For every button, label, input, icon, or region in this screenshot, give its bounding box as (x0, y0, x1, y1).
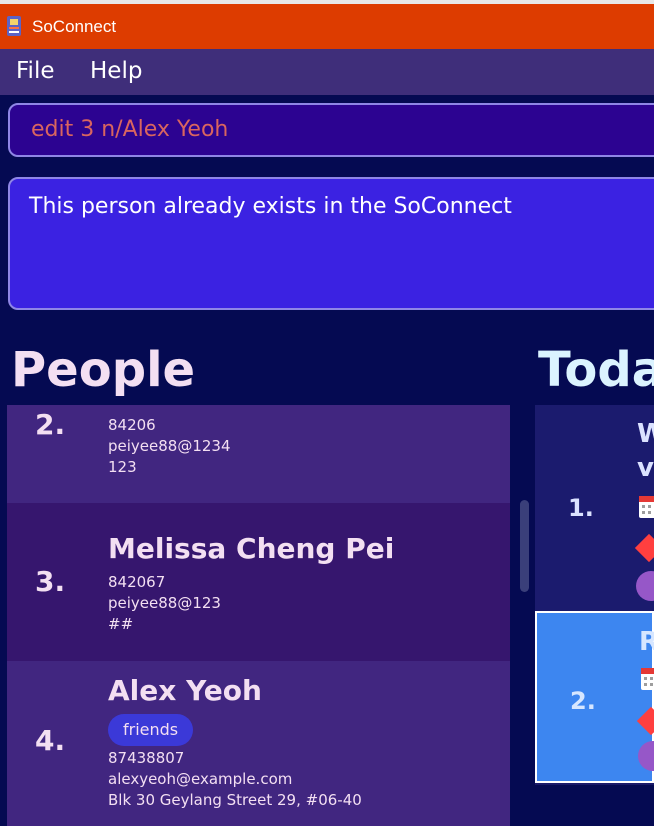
window-title: SoConnect (32, 17, 117, 36)
calendar-icon (641, 668, 654, 690)
person-index: 3. (35, 565, 66, 598)
today-heading: Toda (538, 342, 654, 398)
menu-file[interactable]: File (16, 58, 55, 84)
app-icon (7, 16, 21, 36)
title-bar: SoConnect (0, 0, 654, 49)
location-icon (636, 706, 654, 736)
list-item[interactable]: 3. Melissa Cheng Pei 842067 peiyee88@123… (7, 503, 510, 661)
result-display: This person already exists in the SoConn… (8, 177, 654, 310)
list-item[interactable]: 1. W v (535, 405, 654, 610)
person-email: alexyeoh@example.com (108, 770, 293, 788)
person-phone: 84206 (108, 416, 156, 434)
result-message: This person already exists in the SoConn… (29, 194, 512, 219)
event-name-line: W (637, 419, 654, 449)
tag-icon (638, 741, 654, 771)
location-icon (634, 533, 654, 563)
tag-icon (636, 571, 654, 601)
person-email: peiyee88@123 (108, 594, 221, 612)
person-address: 123 (108, 458, 137, 476)
person-name: Melissa Cheng Pei (108, 532, 395, 565)
tag-badge: friends (108, 714, 194, 746)
event-index: 1. (568, 494, 594, 522)
person-index: 4. (35, 724, 66, 757)
menu-bar: File Help (0, 49, 654, 95)
calendar-icon (639, 496, 654, 518)
people-scrollbar[interactable] (520, 500, 529, 592)
people-list[interactable]: 2. 84206 peiyee88@1234 123 3. Melissa Ch… (7, 405, 510, 826)
event-name-line: R (639, 627, 654, 657)
person-email: peiyee88@1234 (108, 437, 231, 455)
person-phone: 842067 (108, 573, 166, 591)
event-name-line: v (637, 453, 654, 483)
menu-help[interactable]: Help (90, 58, 142, 84)
list-item[interactable]: 4. Alex Yeoh friends 87438807 alexyeoh@e… (7, 661, 510, 826)
person-address: ## (108, 615, 134, 633)
person-name: Alex Yeoh (108, 674, 262, 707)
people-heading: People (11, 342, 196, 398)
person-index: 2. (35, 408, 66, 441)
today-list[interactable]: 1. W v 2. R (535, 405, 654, 785)
event-index: 2. (570, 687, 596, 715)
list-item[interactable]: 2. 84206 peiyee88@1234 123 (7, 405, 510, 503)
person-phone: 87438807 (108, 749, 185, 767)
list-item[interactable]: 2. R (535, 611, 654, 783)
command-text: edit 3 n/Alex Yeoh (31, 117, 229, 142)
person-address: Blk 30 Geylang Street 29, #06-40 (108, 791, 362, 809)
command-input[interactable]: edit 3 n/Alex Yeoh (8, 103, 654, 157)
